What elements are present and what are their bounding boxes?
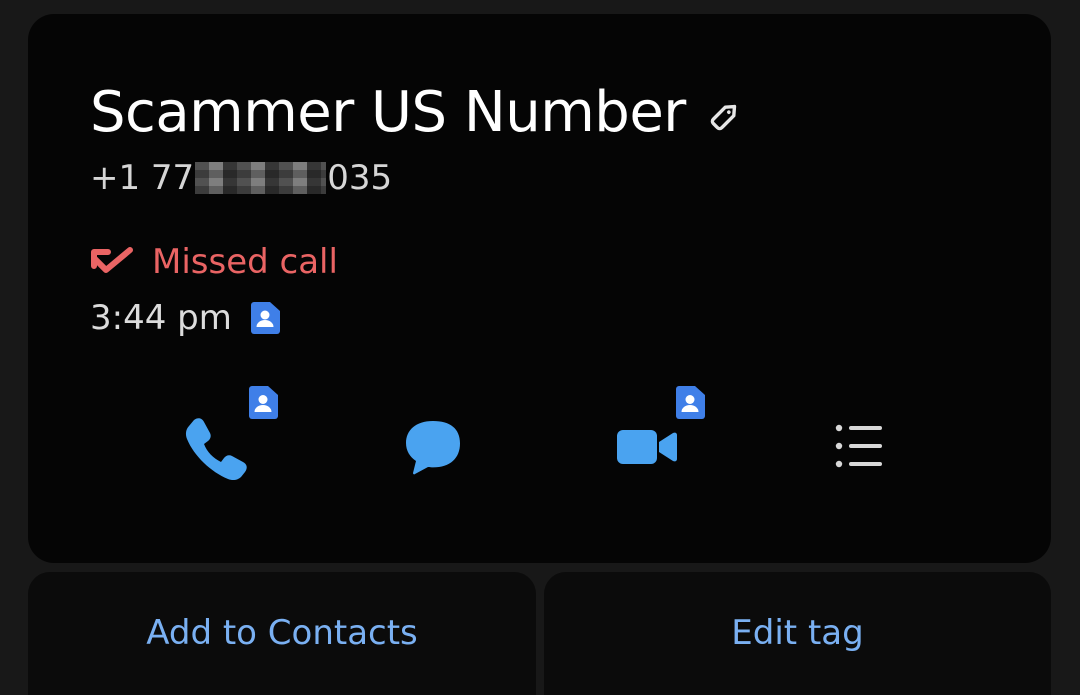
details-button[interactable]: [824, 412, 894, 482]
quick-actions-bar: [28, 14, 1051, 563]
add-to-contacts-label: Add to Contacts: [146, 612, 418, 653]
video-call-button[interactable]: [611, 412, 681, 482]
phone-icon: [185, 418, 247, 481]
video-camera-icon: [617, 430, 677, 464]
edit-tag-button[interactable]: Edit tag: [544, 572, 1051, 695]
chat-bubble-icon: [406, 421, 460, 475]
contact-badge-icon: [675, 386, 705, 419]
edit-tag-label: Edit tag: [731, 612, 864, 653]
call-button[interactable]: [180, 412, 250, 482]
contact-badge-icon: [248, 386, 278, 419]
message-button[interactable]: [398, 412, 468, 482]
call-details-card: Scammer US Number +1 77 035 Missed call …: [28, 14, 1051, 563]
add-to-contacts-button[interactable]: Add to Contacts: [28, 572, 536, 695]
list-icon: [835, 424, 882, 468]
